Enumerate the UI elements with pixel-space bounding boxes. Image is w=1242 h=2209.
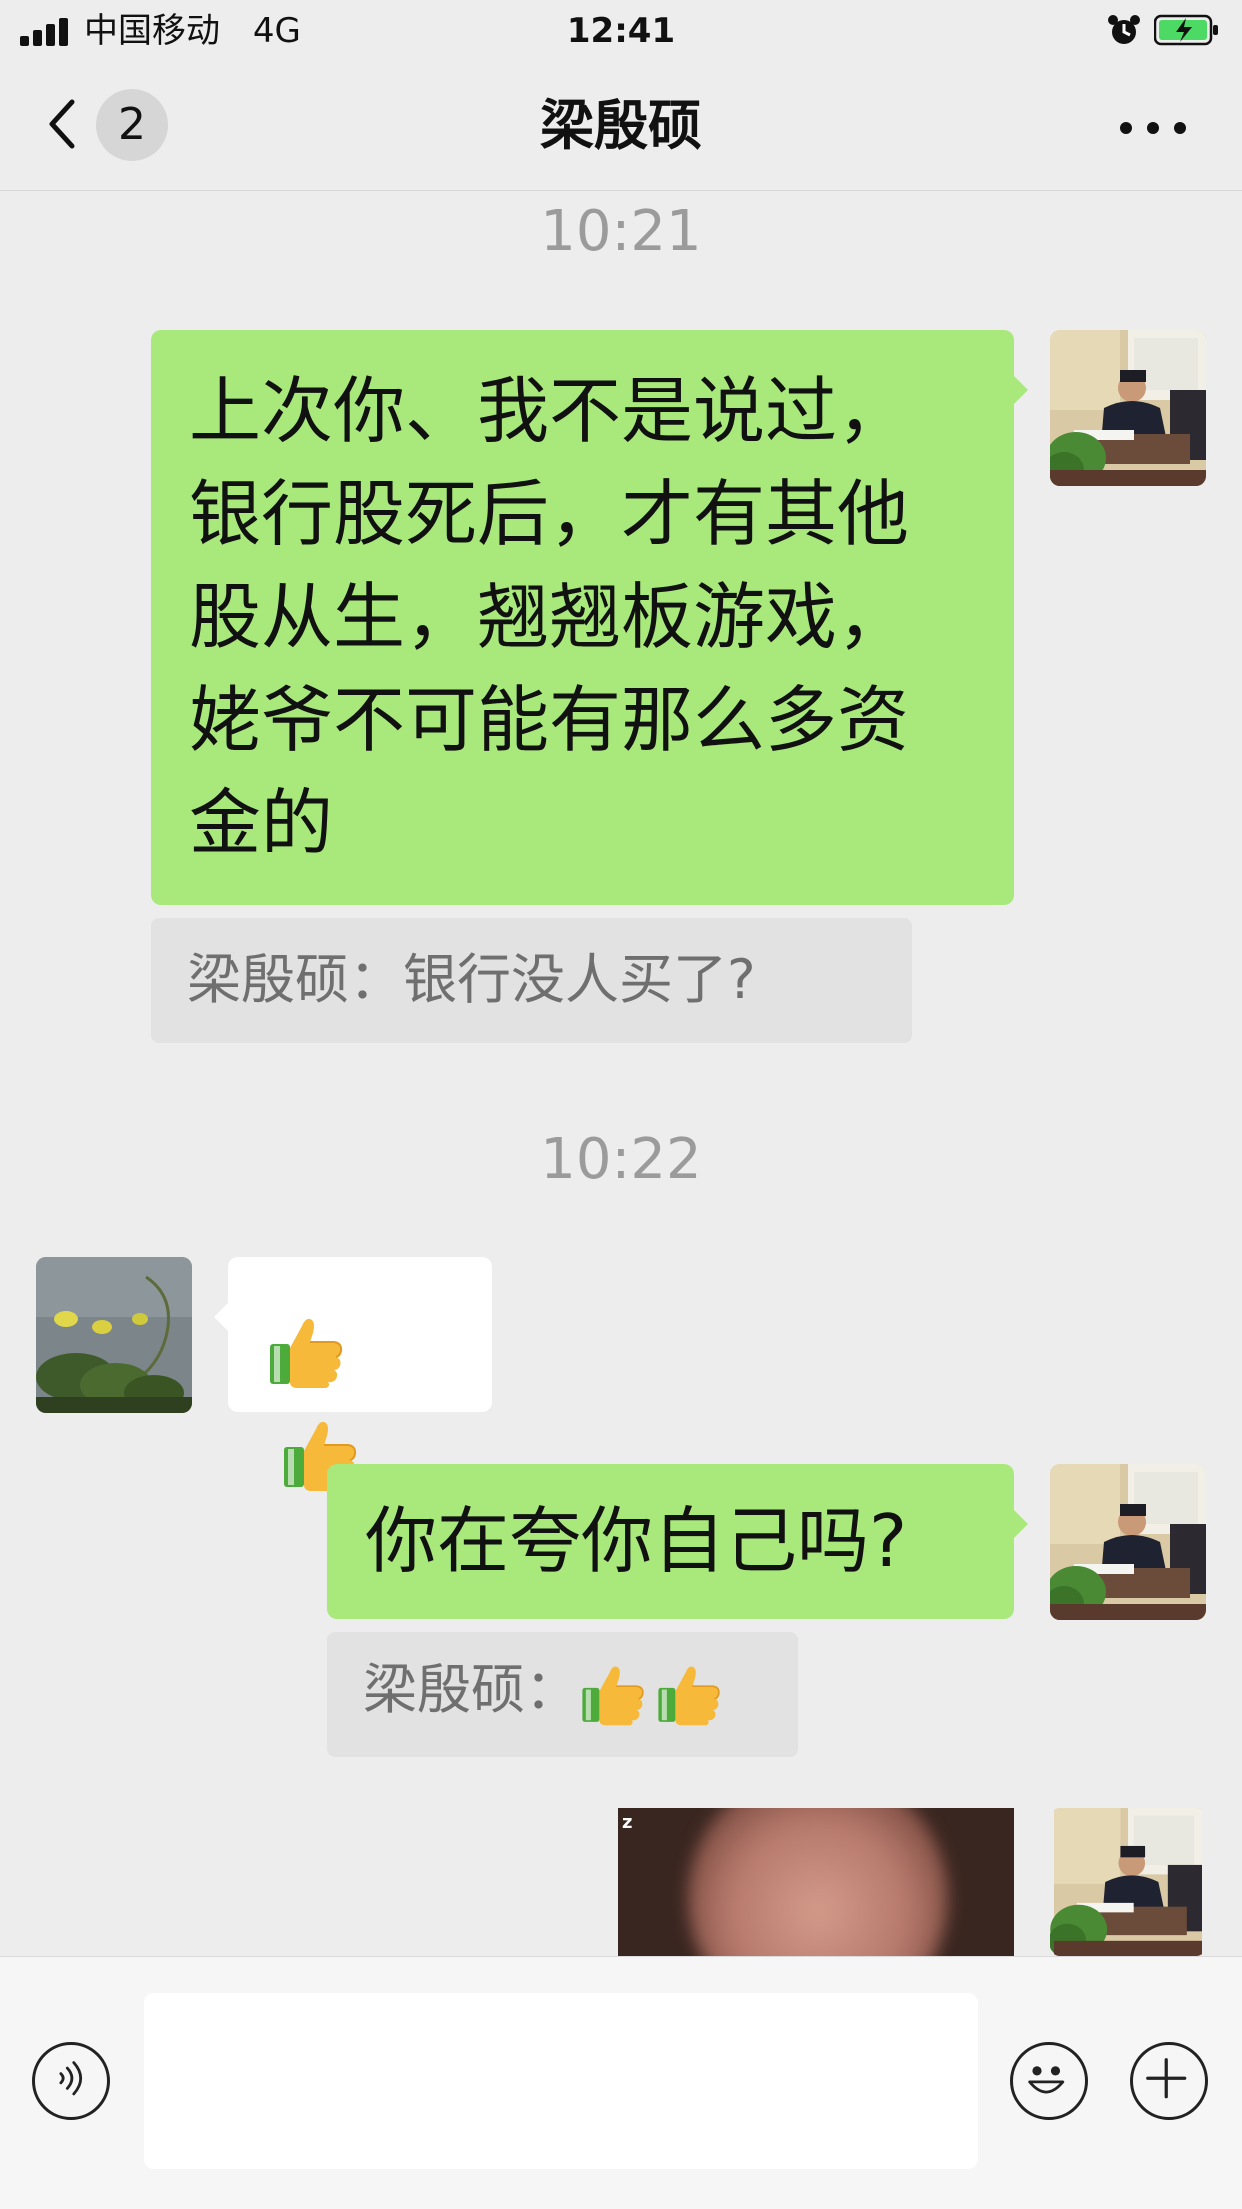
plus-icon[interactable]: [1130, 2042, 1208, 2120]
input-bar: [0, 1956, 1242, 2209]
status-time: 12:41: [566, 11, 676, 51]
image-corner-label: z: [622, 1812, 633, 1833]
sent-image-message[interactable]: z: [618, 1808, 1014, 1956]
quoted-reply[interactable]: 梁殷硕：银行没人买了?: [151, 918, 912, 1043]
thumbs-up-icon: [655, 1659, 723, 1727]
chat-header: 2 梁殷硕: [0, 62, 1242, 191]
emoji-icon[interactable]: [1010, 2042, 1088, 2120]
bubble-tail: [1014, 1510, 1028, 1538]
thumbs-up-icon: [266, 1310, 346, 1390]
message-line: 银行股死后，才有其他: [189, 472, 910, 556]
sent-message-bubble[interactable]: 上次你、我不是说过， 银行股死后，才有其他 股从生，翘翘板游戏， 姥爷不可能有那…: [151, 330, 1014, 905]
received-message-bubble[interactable]: [228, 1257, 492, 1412]
thumbs-up-icon: [579, 1659, 647, 1727]
timestamp: 10:22: [540, 1127, 702, 1192]
message-text: 你在夸你自己吗?: [365, 1499, 908, 1583]
bubble-tail: [1014, 376, 1028, 404]
message-line: 金的: [189, 781, 334, 865]
battery-charging-icon: [1154, 14, 1218, 46]
my-avatar[interactable]: [1050, 1808, 1206, 1956]
message-line: 姥爷不可能有那么多资: [189, 678, 910, 762]
more-dots-icon[interactable]: [1116, 116, 1190, 140]
sent-message-bubble[interactable]: 你在夸你自己吗?: [327, 1464, 1014, 1619]
contact-avatar[interactable]: [36, 1257, 192, 1413]
status-bar: 中国移动 4G 12:41: [0, 0, 1242, 62]
my-avatar[interactable]: [1050, 1464, 1206, 1620]
quoted-text: 梁殷硕：银行没人买了?: [187, 948, 756, 1011]
timestamp: 10:21: [540, 199, 702, 264]
message-input[interactable]: [144, 1993, 978, 2169]
message-line: 上次你、我不是说过，: [189, 369, 910, 453]
my-avatar[interactable]: [1050, 330, 1206, 486]
blurred-photo: [688, 1808, 948, 1956]
message-line: 股从生，翘翘板游戏，: [189, 575, 910, 659]
alarm-icon: [1108, 15, 1140, 44]
quoted-reply[interactable]: 梁殷硕：: [327, 1632, 798, 1757]
voice-icon[interactable]: [32, 2042, 110, 2120]
quoted-sender: 梁殷硕：: [363, 1658, 579, 1721]
chat-title: 梁殷硕: [540, 94, 702, 157]
bubble-tail: [214, 1303, 228, 1331]
